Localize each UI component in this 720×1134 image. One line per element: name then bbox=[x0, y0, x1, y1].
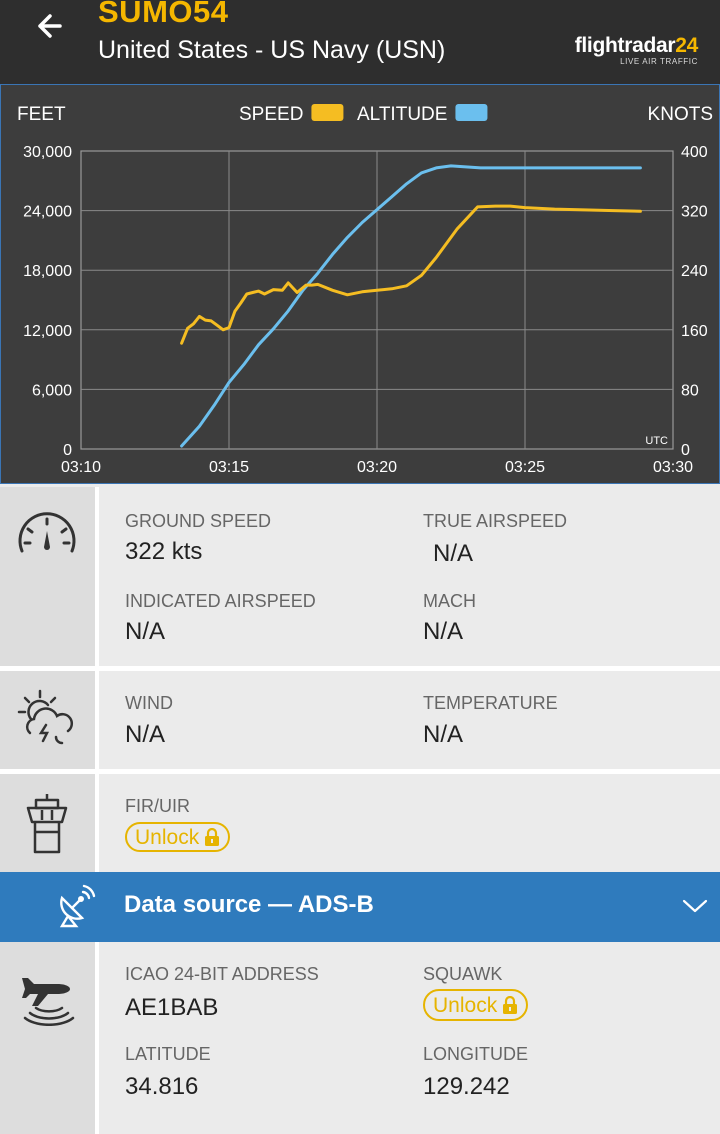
chevron-down-icon[interactable] bbox=[682, 898, 708, 914]
indicated-airspeed-value: N/A bbox=[125, 618, 166, 645]
y-left-tick-label: 30,000 bbox=[23, 144, 72, 161]
data-source-bar[interactable]: Data source — ADS-B bbox=[0, 872, 720, 942]
icao-address-value: AE1BAB bbox=[125, 994, 219, 1021]
squawk-unlock-button[interactable]: Unlock bbox=[423, 989, 529, 1021]
legend-label-altitude: ALTITUDE bbox=[357, 104, 447, 125]
y-right-tick-label: 320 bbox=[681, 204, 708, 221]
series-line-speed bbox=[180, 204, 642, 345]
x-tick-label: 03:20 bbox=[357, 459, 397, 476]
back-arrow-icon[interactable] bbox=[30, 6, 70, 46]
fir-icon-column bbox=[0, 774, 99, 872]
x-tick-label: 03:30 bbox=[653, 459, 693, 476]
fir-section: FIR/UIR Unlock bbox=[0, 774, 720, 872]
adsb-icon-column bbox=[0, 942, 99, 1134]
y-left-tick-label: 6,000 bbox=[32, 382, 72, 399]
speed-altitude-chart: 0 6,000 12,000 18,000 24,000 30,000 0 80 160 240 3… bbox=[17, 104, 713, 476]
speedometer-icon bbox=[18, 512, 76, 553]
brand-tagline: LIVE AIR TRAFFIC bbox=[620, 57, 698, 66]
lock-icon bbox=[205, 828, 220, 846]
flight-callsign: SUMO54 bbox=[98, 0, 229, 29]
y-right-tick-label: 80 bbox=[681, 382, 699, 399]
brand-logo: flightradar24 LIVE AIR TRAFFIC bbox=[574, 34, 699, 66]
airline-name: United States - US Navy (USN) bbox=[98, 36, 446, 64]
satellite-dish-icon bbox=[59, 884, 96, 928]
weather-icon bbox=[17, 689, 73, 745]
longitude-value: 129.242 bbox=[423, 1073, 510, 1100]
speed-icon-column bbox=[0, 487, 99, 666]
legend-label-speed: SPEED bbox=[239, 104, 303, 125]
temperature-label: TEMPERATURE bbox=[423, 693, 558, 713]
fir-unlock-button[interactable]: Unlock bbox=[125, 822, 231, 852]
squawk-label: SQUAWK bbox=[423, 964, 503, 984]
series-line-altitude bbox=[180, 164, 642, 448]
x-tick-label: 03:10 bbox=[61, 459, 101, 476]
x-tick-label: 03:25 bbox=[505, 459, 545, 476]
true-airspeed-label: TRUE AIRSPEED bbox=[423, 511, 568, 531]
y-right-tick-label: 0 bbox=[681, 442, 690, 459]
flight-chart: 0 6,000 12,000 18,000 24,000 30,000 0 80 160 240 3… bbox=[0, 84, 720, 484]
mach-label: MACH bbox=[423, 591, 476, 611]
y-left-tick-label: 24,000 bbox=[23, 204, 72, 221]
weather-section: WIND N/A TEMPERATURE N/A bbox=[0, 671, 720, 769]
y-left-tick-label: 12,000 bbox=[23, 323, 72, 340]
y-right-tick-label: 160 bbox=[681, 323, 708, 340]
temperature-value: N/A bbox=[423, 721, 464, 748]
ground-speed-label: GROUND SPEED bbox=[125, 511, 272, 531]
lock-icon bbox=[503, 996, 518, 1014]
wind-value: N/A bbox=[125, 721, 166, 748]
plane-signal-icon bbox=[22, 978, 75, 1026]
latitude-value: 34.816 bbox=[125, 1073, 199, 1100]
y-left-tick-label: 0 bbox=[63, 442, 72, 459]
left-axis-title: FEET bbox=[17, 104, 66, 125]
brand-number: 24 bbox=[675, 34, 698, 57]
unlock-label: Unlock bbox=[433, 993, 498, 1017]
indicated-airspeed-label: INDICATED AIRSPEED bbox=[125, 591, 316, 611]
ground-speed-value: 322 kts bbox=[125, 538, 203, 565]
data-source-title: Data source — ADS-B bbox=[124, 891, 374, 918]
true-airspeed-value: N/A bbox=[433, 540, 474, 567]
longitude-label: LONGITUDE bbox=[423, 1044, 529, 1064]
adsb-section: ICAO 24-BIT ADDRESS AE1BAB SQUAWK Unlock… bbox=[0, 942, 720, 1134]
mach-value: N/A bbox=[423, 618, 464, 645]
fir-uir-label: FIR/UIR bbox=[125, 796, 190, 816]
app-header: SUMO54 United States - US Navy (USN) fli… bbox=[0, 0, 720, 84]
timezone-label: UTC bbox=[645, 435, 668, 447]
control-tower-icon bbox=[26, 794, 68, 854]
y-left-tick-label: 18,000 bbox=[23, 263, 72, 280]
speed-section: GROUND SPEED 322 kts TRUE AIRSPEED N/A I… bbox=[0, 487, 720, 666]
x-tick-label: 03:15 bbox=[209, 459, 249, 476]
unlock-label: Unlock bbox=[135, 825, 200, 849]
legend-swatch-altitude bbox=[455, 104, 488, 121]
brand-name: flightradar bbox=[574, 34, 676, 57]
legend-swatch-speed bbox=[311, 104, 344, 121]
weather-icon-column bbox=[0, 671, 99, 769]
latitude-label: LATITUDE bbox=[125, 1044, 211, 1064]
y-right-tick-label: 240 bbox=[681, 263, 708, 280]
y-right-tick-label: 400 bbox=[681, 144, 708, 161]
icao-address-label: ICAO 24-BIT ADDRESS bbox=[125, 964, 319, 984]
wind-label: WIND bbox=[125, 693, 173, 713]
right-axis-title: KNOTS bbox=[648, 104, 713, 125]
